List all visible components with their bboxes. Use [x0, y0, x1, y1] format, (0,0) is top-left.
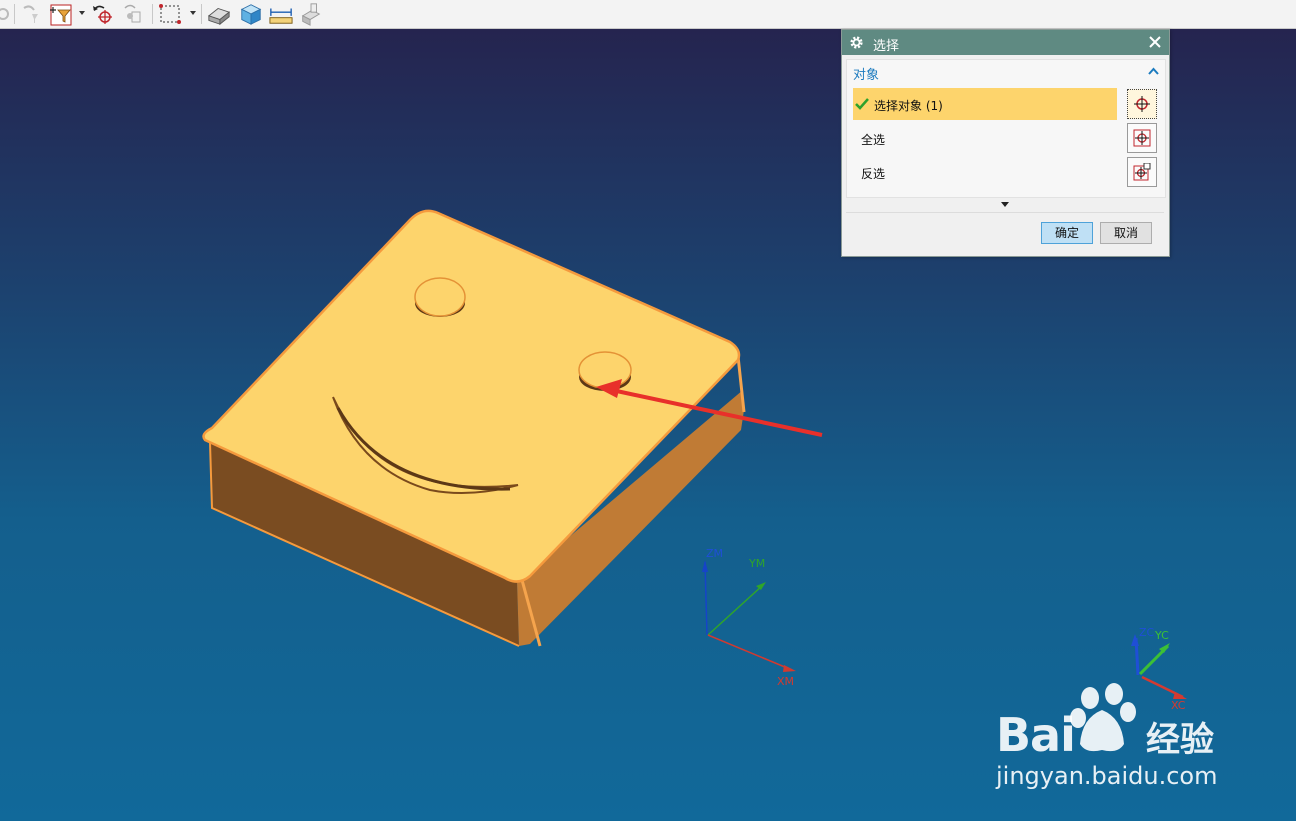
rotate-select-icon[interactable]: [91, 2, 115, 26]
select-all-label: 全选: [861, 133, 886, 147]
checkmark-icon: [855, 98, 869, 110]
right-eye-boss[interactable]: [578, 351, 632, 389]
watermark-brand-suffix: 经验: [1146, 720, 1214, 760]
group-header: 对象: [853, 68, 880, 83]
cancel-button[interactable]: 取消: [1100, 222, 1152, 244]
ok-button[interactable]: 确定: [1041, 222, 1093, 244]
selection-filter-icon[interactable]: [50, 2, 74, 26]
axis-label-ym: YM: [749, 557, 766, 570]
select-object-button[interactable]: [1127, 89, 1157, 119]
select-object-label: 选择对象 (1): [874, 99, 943, 113]
invert-selection-label: 反选: [861, 167, 886, 181]
dialog-title-bar[interactable]: 选择: [842, 30, 1169, 55]
axis-label-zm: ZM: [706, 547, 724, 560]
measure-icon[interactable]: [269, 2, 293, 26]
info-icon[interactable]: [299, 2, 323, 26]
left-eye-boss[interactable]: [414, 277, 466, 317]
toolbar: [0, 0, 1296, 29]
close-icon[interactable]: [1148, 35, 1162, 49]
collapse-chevron-icon[interactable]: [1148, 67, 1159, 75]
select-object-row[interactable]: 选择对象 (1): [853, 88, 1159, 120]
view-cube-icon[interactable]: [239, 2, 263, 26]
watermark-brand: Bai: [996, 708, 1076, 762]
filter-dropdown-icon[interactable]: [79, 11, 85, 15]
invert-selection-button[interactable]: [1127, 157, 1157, 187]
invert-selection-icon: [1133, 163, 1151, 181]
gear-icon: [850, 36, 863, 49]
triad-label-zc: ZC: [1139, 626, 1155, 639]
box-select-dropdown-icon[interactable]: [190, 11, 196, 15]
model-csys: [702, 560, 796, 672]
axis-label-xm: XM: [777, 675, 795, 688]
select-all-button[interactable]: [1127, 123, 1157, 153]
invert-selection-row[interactable]: 反选: [853, 156, 1159, 188]
select-all-row[interactable]: 全选: [853, 122, 1159, 154]
more-options-bar[interactable]: [846, 198, 1164, 213]
shaded-solid-icon[interactable]: [207, 2, 231, 26]
expand-down-icon: [1001, 202, 1009, 207]
select-all-icon: [1133, 129, 1151, 147]
box-select-icon[interactable]: [158, 2, 182, 26]
crosshair-icon: [1134, 96, 1150, 112]
watermark-url: jingyan.baidu.com: [996, 762, 1218, 790]
filter-wand-icon[interactable]: [20, 2, 44, 26]
move-object-icon[interactable]: [122, 2, 146, 26]
object-group: 对象 选择对象 (1) 全选 反选: [846, 59, 1166, 198]
dialog-title: 选择: [873, 39, 900, 54]
triad-label-yc: YC: [1155, 629, 1169, 642]
select-dialog: 选择 对象 选择对象 (1) 全选 反选 确定 取消: [841, 29, 1170, 257]
